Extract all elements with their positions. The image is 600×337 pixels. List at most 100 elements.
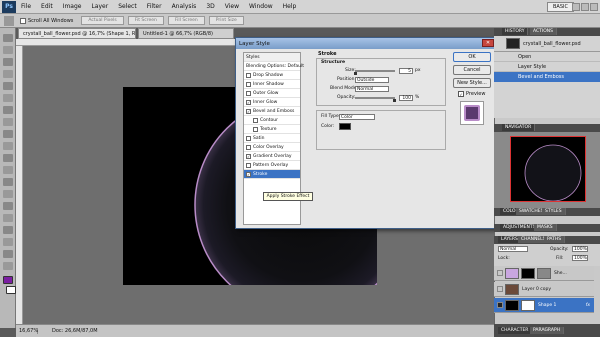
inner-shadow-checkbox[interactable] xyxy=(246,81,251,87)
visibility-toggle[interactable] xyxy=(497,286,503,292)
gradient-tool-icon[interactable] xyxy=(3,166,13,174)
tab-navigator[interactable]: NAVIGATOR xyxy=(502,124,536,131)
history-snapshot[interactable]: crystall_ball_flower.psd xyxy=(494,36,600,52)
opacity-slider[interactable] xyxy=(355,97,395,99)
menu-select[interactable]: Select xyxy=(113,3,142,10)
tab-paths[interactable]: PATHS xyxy=(544,236,566,243)
pattern-overlay-checkbox[interactable] xyxy=(246,162,251,168)
bevel-emboss-checkbox[interactable]: ✓ xyxy=(246,108,251,114)
stroke-checkbox[interactable]: ✓ xyxy=(246,171,251,177)
menu-edit[interactable]: Edit xyxy=(36,3,58,10)
visibility-toggle[interactable] xyxy=(497,270,503,276)
type-tool-icon[interactable] xyxy=(3,214,13,222)
drop-shadow-checkbox[interactable] xyxy=(246,72,251,78)
hand-tool-icon[interactable] xyxy=(3,250,13,258)
layer-blend-select[interactable]: Normal xyxy=(498,246,528,252)
menu-image[interactable]: Image xyxy=(58,3,87,10)
tab-paragraph[interactable]: PARAGRAPH xyxy=(530,327,565,334)
fill-type-select[interactable]: Color xyxy=(339,114,375,120)
style-stroke[interactable]: ✓ Stroke xyxy=(244,170,300,179)
maximize-icon[interactable] xyxy=(581,3,589,11)
fx-icon[interactable]: fx xyxy=(586,303,590,308)
tab-character[interactable]: CHARACTER xyxy=(498,327,533,334)
eraser-tool-icon[interactable] xyxy=(3,154,13,162)
opacity-slider-thumb[interactable] xyxy=(393,99,396,102)
fit-screen-button[interactable]: Fit Screen xyxy=(127,16,164,25)
outer-glow-checkbox[interactable] xyxy=(246,90,251,96)
preview-checkbox[interactable]: ✓ xyxy=(458,91,464,97)
texture-checkbox[interactable] xyxy=(253,126,258,132)
menu-file[interactable]: File xyxy=(16,3,36,10)
layer-opacity-input[interactable]: 100% xyxy=(572,246,588,252)
zoom-level[interactable]: 16,67% xyxy=(16,328,38,334)
navigator-preview[interactable] xyxy=(510,136,586,202)
style-inner-shadow[interactable]: Inner Shadow xyxy=(244,80,300,89)
layer-row[interactable]: She... xyxy=(494,266,594,281)
style-gradient-overlay[interactable]: ✓ Gradient Overlay xyxy=(244,152,300,161)
color-overlay-checkbox[interactable] xyxy=(246,144,251,150)
style-outer-glow[interactable]: Outer Glow xyxy=(244,89,300,98)
tab-styles[interactable]: STYLES xyxy=(542,208,566,215)
inner-glow-checkbox[interactable]: ✓ xyxy=(246,99,251,105)
minimize-icon[interactable] xyxy=(572,3,580,11)
history-brush-tool-icon[interactable] xyxy=(3,142,13,150)
background-color-swatch[interactable] xyxy=(6,286,16,294)
fill-screen-button[interactable]: Fill Screen xyxy=(167,16,205,25)
zoom-tool-icon[interactable] xyxy=(3,262,13,270)
opacity-input[interactable]: 100 xyxy=(399,95,413,101)
workspace-switcher[interactable]: BASIC xyxy=(547,2,574,12)
healing-tool-icon[interactable] xyxy=(3,106,13,114)
shape-tool-icon[interactable] xyxy=(3,238,13,246)
tab-masks[interactable]: MASKS xyxy=(534,224,557,231)
style-bevel-emboss[interactable]: ✓ Bevel and Emboss xyxy=(244,107,300,116)
layer-row-selected[interactable]: Shape 1 fx xyxy=(494,298,594,313)
style-pattern-overlay[interactable]: Pattern Overlay xyxy=(244,161,300,170)
foreground-color-swatch[interactable] xyxy=(3,276,13,284)
path-select-tool-icon[interactable] xyxy=(3,226,13,234)
menu-layer[interactable]: Layer xyxy=(86,3,113,10)
style-color-overlay[interactable]: Color Overlay xyxy=(244,143,300,152)
print-size-button[interactable]: Print Size xyxy=(208,16,244,25)
lasso-tool-icon[interactable] xyxy=(3,58,13,66)
history-item[interactable]: Open xyxy=(494,52,600,62)
stroke-color-swatch[interactable] xyxy=(339,123,351,130)
position-select[interactable]: Outside xyxy=(355,77,389,83)
dodge-tool-icon[interactable] xyxy=(3,190,13,198)
marquee-tool-icon[interactable] xyxy=(3,46,13,54)
ok-button[interactable]: OK xyxy=(453,52,491,62)
gradient-overlay-checkbox[interactable]: ✓ xyxy=(246,153,251,159)
history-item[interactable]: Layer Style xyxy=(494,62,600,72)
tab-actions[interactable]: ACTIONS xyxy=(530,28,557,35)
menu-view[interactable]: View xyxy=(220,3,244,10)
close-icon[interactable] xyxy=(590,3,598,11)
style-drop-shadow[interactable]: Drop Shadow xyxy=(244,71,300,80)
new-style-button[interactable]: New Style... xyxy=(453,78,491,88)
blending-options[interactable]: Blending Options: Default xyxy=(244,62,304,71)
clone-stamp-tool-icon[interactable] xyxy=(3,130,13,138)
menu-analysis[interactable]: Analysis xyxy=(167,3,202,10)
move-tool-icon[interactable] xyxy=(3,34,13,42)
preview-toggle[interactable]: ✓ Preview xyxy=(458,91,485,97)
size-slider-thumb[interactable] xyxy=(354,72,357,75)
document-tab-active[interactable]: crystall_ball_flower.psd @ 16,7% (Shape … xyxy=(18,28,136,39)
eyedropper-tool-icon[interactable] xyxy=(3,94,13,102)
styles-header[interactable]: Styles xyxy=(244,53,300,62)
cancel-button[interactable]: Cancel xyxy=(453,65,491,75)
menu-window[interactable]: Window xyxy=(244,3,278,10)
satin-checkbox[interactable] xyxy=(246,135,251,141)
blur-tool-icon[interactable] xyxy=(3,178,13,186)
document-tab[interactable]: Untitled-1 @ 66,7% (RGB/8) xyxy=(138,28,234,39)
close-icon[interactable]: ✕ xyxy=(482,39,494,47)
menu-3d[interactable]: 3D xyxy=(201,3,219,10)
tab-history[interactable]: HISTORY xyxy=(502,28,529,35)
style-contour[interactable]: Contour xyxy=(244,116,300,125)
layer-fill-input[interactable]: 100% xyxy=(572,255,588,261)
actual-pixels-button[interactable]: Actual Pixels xyxy=(81,16,124,25)
style-inner-glow[interactable]: ✓ Inner Glow xyxy=(244,98,300,107)
size-input[interactable]: 5 xyxy=(399,68,413,74)
blend-mode-select[interactable]: Normal xyxy=(355,86,389,92)
pen-tool-icon[interactable] xyxy=(3,202,13,210)
contour-checkbox[interactable] xyxy=(253,117,258,123)
scroll-all-checkbox[interactable] xyxy=(20,17,26,24)
style-texture[interactable]: Texture xyxy=(244,125,300,134)
